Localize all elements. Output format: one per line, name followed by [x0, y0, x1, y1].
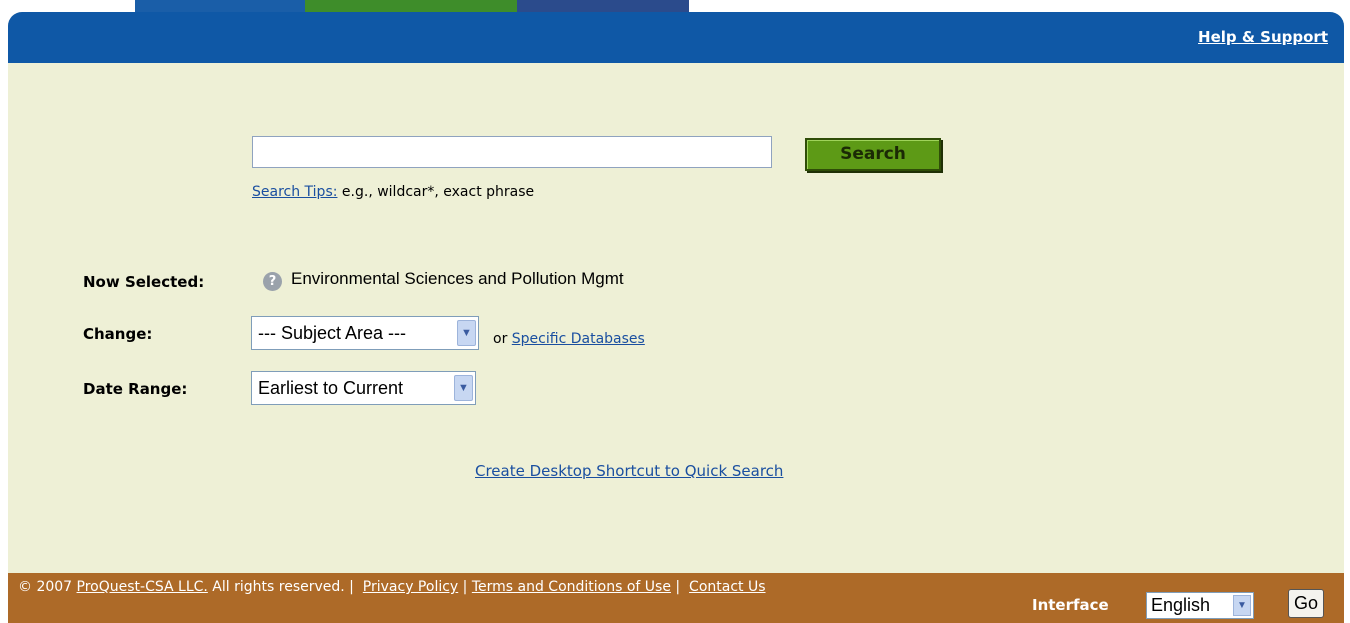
go-button[interactable]: Go [1288, 589, 1324, 618]
main-frame: Help & Support Search Search Tips: e.g.,… [8, 12, 1344, 623]
or-label: or [493, 331, 512, 347]
tab-2[interactable] [305, 0, 517, 12]
privacy-policy-link[interactable]: Privacy Policy [363, 579, 458, 595]
search-tips: Search Tips: e.g., wildcar*, exact phras… [252, 184, 534, 200]
date-range-select[interactable]: Earliest to Current ▼ [251, 371, 476, 405]
search-input[interactable] [252, 136, 772, 168]
language-select[interactable]: English ▼ [1146, 592, 1254, 619]
chevron-down-icon: ▼ [1233, 595, 1251, 616]
header-bar: Help & Support [8, 12, 1344, 63]
company-link[interactable]: ProQuest-CSA LLC. [77, 579, 208, 595]
separator: | [670, 579, 685, 595]
search-tips-text: e.g., wildcar*, exact phrase [337, 184, 535, 200]
help-support-link[interactable]: Help & Support [1198, 28, 1328, 46]
subject-area-value: --- Subject Area --- [258, 323, 407, 343]
language-value: English [1151, 595, 1211, 615]
date-range-value: Earliest to Current [258, 378, 404, 398]
tab-3[interactable] [517, 0, 689, 12]
footer-bar: © 2007 ProQuest-CSA LLC. All rights rese… [8, 573, 1344, 623]
change-label: Change: [83, 325, 153, 343]
rights-text: All rights reserved. | [207, 579, 359, 595]
search-tips-link[interactable]: Search Tips: [252, 184, 337, 200]
chevron-down-icon: ▼ [454, 375, 473, 401]
specific-databases-link[interactable]: Specific Databases [512, 331, 645, 347]
subject-area-select[interactable]: --- Subject Area --- ▼ [251, 316, 479, 350]
desktop-shortcut-link[interactable]: Create Desktop Shortcut to Quick Search [475, 462, 783, 480]
separator: | [458, 579, 472, 595]
tab-1[interactable] [135, 0, 305, 12]
or-text: or Specific Databases [493, 331, 645, 347]
now-selected-label: Now Selected: [83, 273, 205, 291]
search-button[interactable]: Search [805, 138, 941, 171]
interface-label: Interface [1032, 596, 1109, 614]
chevron-down-icon: ▼ [457, 320, 476, 346]
now-selected-value: Environmental Sciences and Pollution Mgm… [291, 269, 624, 288]
terms-link[interactable]: Terms and Conditions of Use [472, 579, 671, 595]
contact-us-link[interactable]: Contact Us [689, 579, 765, 595]
top-tab-strip [135, 0, 689, 12]
copyright-text: © 2007 [18, 579, 77, 595]
footer-text: © 2007 ProQuest-CSA LLC. All rights rese… [18, 578, 908, 596]
help-icon[interactable]: ? [263, 272, 282, 291]
date-range-label: Date Range: [83, 380, 188, 398]
